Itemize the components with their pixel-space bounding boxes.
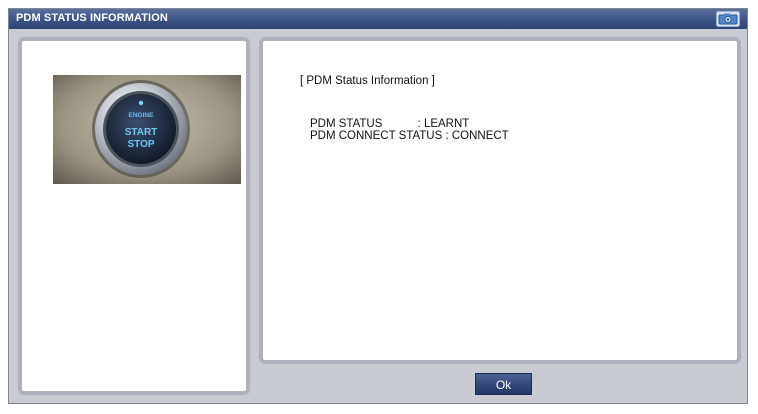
engine-start-stop-photo: ENGINE START STOP [53,75,241,184]
camera-icon [716,11,740,27]
info-panel: [ PDM Status Information ] PDM STATUS : … [259,37,741,364]
screenshot-button[interactable] [716,11,740,27]
pdm-status-window: PDM STATUS INFORMATION ENGINE START STOP… [8,8,748,404]
button-text-stop: STOP [127,139,154,150]
window-title: PDM STATUS INFORMATION [16,12,168,24]
image-panel: ENGINE START STOP [18,37,250,395]
button-text-start: START [125,127,158,138]
ok-button[interactable]: Ok [475,373,532,395]
info-heading: [ PDM Status Information ] [300,75,435,87]
title-bar: PDM STATUS INFORMATION [9,9,747,29]
pdm-status-line: PDM STATUS : LEARNT [310,118,470,130]
button-text-engine: ENGINE [129,112,155,119]
pdm-connect-status-line: PDM CONNECT STATUS : CONNECT [310,130,509,142]
